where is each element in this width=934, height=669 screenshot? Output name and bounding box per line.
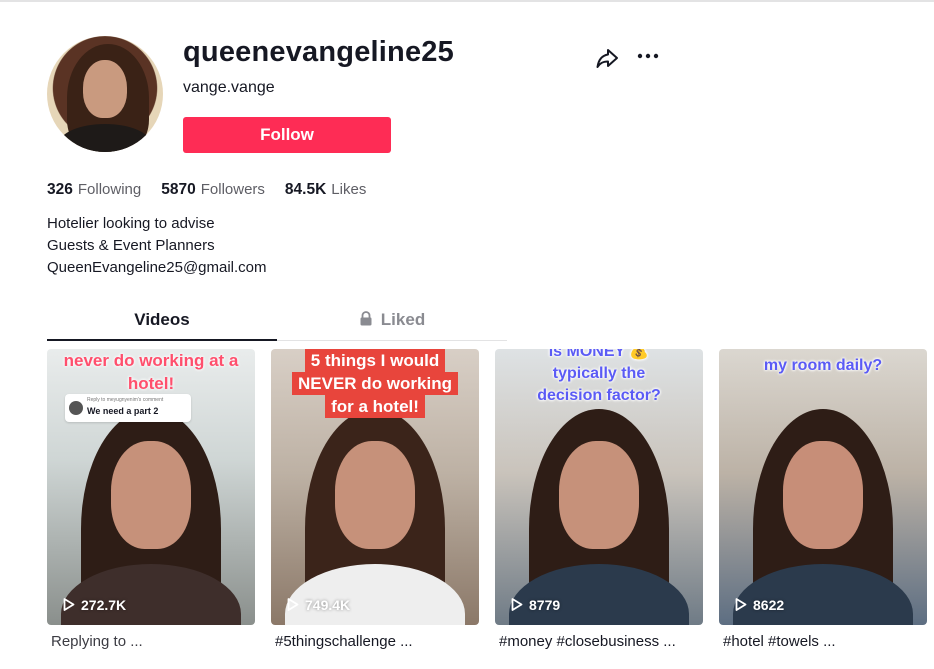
video-thumbnail xyxy=(733,389,913,625)
avatar[interactable] xyxy=(47,36,163,152)
video-card[interactable]: 5 things I would NEVER do working for a … xyxy=(271,349,479,625)
video-caption-line: decision factor? xyxy=(537,387,661,404)
tab-liked[interactable]: Liked xyxy=(277,306,507,340)
play-icon xyxy=(63,598,75,611)
reply-comment-chip: Reply to meyugnyenim's comment We need a… xyxy=(65,394,191,422)
tab-videos-label: Videos xyxy=(134,310,190,329)
video-description[interactable]: #money #closebusiness ... xyxy=(499,633,707,650)
play-icon xyxy=(287,598,299,611)
play-icon xyxy=(735,598,747,611)
video-card[interactable]: my room daily? 8622 xyxy=(719,349,927,625)
video-caption: 5 things I would NEVER do working for a … xyxy=(271,349,479,418)
top-divider xyxy=(0,0,934,2)
video-card[interactable]: never do working at a hotel! Reply to me… xyxy=(47,349,255,625)
profile-username: queenevangeline25 xyxy=(183,36,454,68)
reply-chip-context: Reply to meyugnyenim's comment xyxy=(87,397,164,403)
stat-following[interactable]: 326 Following xyxy=(47,181,141,199)
view-count: 272.7K xyxy=(63,597,126,613)
video-caption-line: 5 things I would xyxy=(304,349,446,372)
video-caption-line: typically the xyxy=(552,365,646,382)
video-thumbnail xyxy=(509,389,689,625)
view-count: 749.4K xyxy=(287,597,350,613)
stat-likes-label: Likes xyxy=(331,181,367,198)
video-caption: never do working at a hotel! xyxy=(63,351,239,393)
tab-liked-label: Liked xyxy=(380,310,426,329)
video-caption: is MONEY 💰 typically the decision factor… xyxy=(495,349,703,407)
stat-followers-count: 5870 xyxy=(161,181,196,198)
bio-line: Hotelier looking to advise xyxy=(47,215,215,232)
video-description[interactable]: #5thingschallenge ... xyxy=(275,633,483,650)
lock-icon xyxy=(360,311,372,326)
video-description[interactable]: #hotel #towels ... xyxy=(723,633,931,650)
view-count: 8622 xyxy=(735,597,784,613)
video-thumbnail xyxy=(285,389,465,625)
view-count-value: 8622 xyxy=(753,597,785,613)
commenter-avatar xyxy=(69,401,83,415)
profile-stats: 326 Following 5870 Followers 84.5K Likes xyxy=(47,181,366,199)
reply-chip-text: We need a part 2 xyxy=(87,406,159,416)
view-count-value: 749.4K xyxy=(305,597,351,613)
view-count-value: 272.7K xyxy=(81,597,127,613)
stat-followers-label: Followers xyxy=(200,181,265,198)
stat-following-label: Following xyxy=(77,181,142,198)
bio-line: Guests & Event Planners xyxy=(47,237,215,254)
stat-followers[interactable]: 5870 Followers xyxy=(161,181,265,199)
stat-likes-count: 84.5K xyxy=(284,181,327,198)
more-icon[interactable] xyxy=(635,45,661,71)
video-caption-line: NEVER do working xyxy=(292,372,458,395)
play-icon xyxy=(511,598,523,611)
video-caption-line: is MONEY 💰 xyxy=(548,349,650,360)
profile-tabs: Videos Liked xyxy=(47,306,507,341)
active-tab-indicator xyxy=(47,339,277,341)
view-count-value: 8779 xyxy=(529,597,561,613)
video-card[interactable]: is MONEY 💰 typically the decision factor… xyxy=(495,349,703,625)
profile-bio: Hotelier looking to advise Guests & Even… xyxy=(47,213,267,279)
video-caption: my room daily? xyxy=(763,357,883,374)
share-icon[interactable] xyxy=(594,45,620,71)
video-description[interactable]: Replying to ... xyxy=(51,633,259,650)
video-thumbnail xyxy=(61,389,241,625)
video-caption-line: for a hotel! xyxy=(325,395,425,418)
follow-button[interactable]: Follow xyxy=(183,117,391,153)
stat-following-count: 326 xyxy=(47,181,73,198)
bio-email: QueenEvangeline25@gmail.com xyxy=(47,259,267,276)
profile-nickname: vange.vange xyxy=(183,79,275,96)
stat-likes: 84.5K Likes xyxy=(285,181,366,199)
tab-videos[interactable]: Videos xyxy=(47,306,277,340)
view-count: 8779 xyxy=(511,597,560,613)
